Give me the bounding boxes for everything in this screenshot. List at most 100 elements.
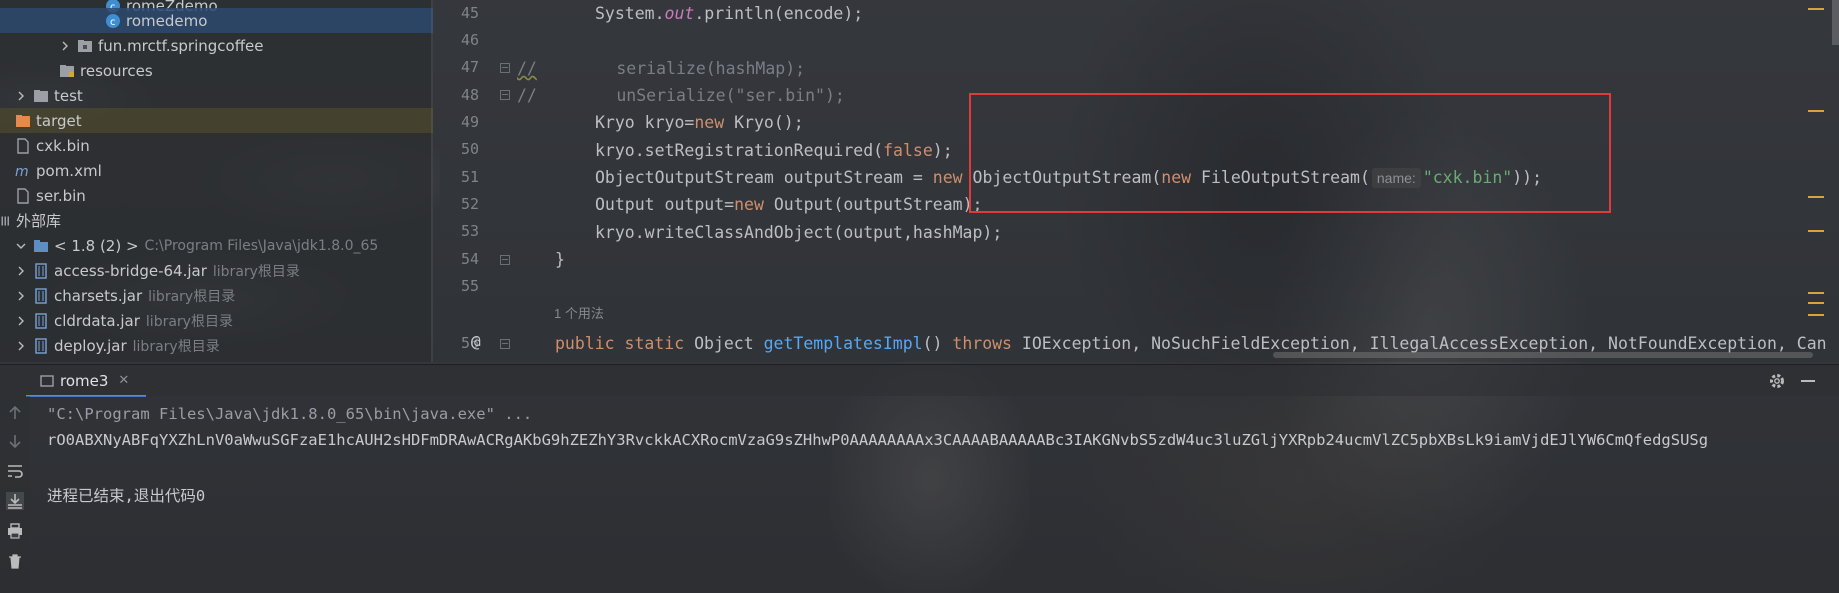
tree-item-jar[interactable]: deploy.jar library根目录: [0, 333, 433, 358]
run-toolbar: [0, 396, 30, 593]
fold-marker-icon[interactable]: [500, 339, 510, 349]
tree-item-label: charsets.jar: [54, 286, 143, 305]
binary-file-icon: [14, 187, 32, 204]
fold-marker-icon[interactable]: [500, 255, 510, 265]
tree-item-hint: C:\Program Files\Java\jdk1.8.0_65: [144, 237, 379, 254]
chevron-down-icon[interactable]: [14, 239, 28, 253]
line-number: 46: [460, 31, 479, 49]
tree-item-hint: library根目录: [145, 313, 233, 330]
tree-item-label: target: [36, 111, 82, 130]
chevron-right-icon[interactable]: [14, 339, 28, 353]
tree-item-cxk-bin[interactable]: cxk.bin: [0, 133, 433, 158]
soft-wrap-icon[interactable]: [6, 462, 24, 480]
gear-icon[interactable]: [1768, 372, 1786, 390]
line-number: 45: [460, 4, 479, 22]
line-number: 47: [460, 58, 479, 76]
tree-item-label: 外部库: [16, 212, 62, 230]
tree-item-target[interactable]: target: [0, 108, 433, 133]
override-marker-icon[interactable]: @: [471, 332, 481, 351]
editor-horizontal-scrollbar[interactable]: [1273, 352, 1813, 358]
tree-item-label: deploy.jar: [54, 336, 127, 355]
line-number: 52: [460, 195, 479, 213]
binary-file-icon: [14, 137, 32, 154]
trash-icon[interactable]: [6, 552, 24, 570]
console-output[interactable]: "C:\Program Files\Java\jdk1.8.0_65\bin\j…: [30, 396, 1839, 593]
code-line-48: // unSerialize("ser.bin");: [517, 86, 845, 105]
editor-vertical-scrollbar[interactable]: [1832, 0, 1839, 45]
annotation-highlight-box: [969, 93, 1611, 213]
package-folder-icon: [76, 38, 94, 54]
project-tree-panel: c romeZdemo c romedemo fun.mrctf.springc…: [0, 0, 433, 362]
tree-item-romedemo[interactable]: c romedemo: [0, 8, 433, 33]
code-line-45: System.out.println(encode);: [595, 4, 864, 23]
warning-marker[interactable]: [1808, 302, 1824, 304]
chevron-right-icon[interactable]: [14, 289, 28, 303]
chevron-right-icon[interactable]: [14, 89, 28, 103]
code-line-51: ObjectOutputStream outputStream = new Ob…: [595, 168, 1543, 188]
fold-marker-icon[interactable]: [500, 90, 510, 100]
code-editor[interactable]: 45 46 47 48 49 50 51 52 53 54 55 56 @ Sy…: [433, 0, 1839, 362]
tree-item-label: pom.xml: [36, 161, 102, 180]
code-line-49: Kryo kryo=new Kryo();: [595, 113, 804, 132]
tree-item-label: cldrdata.jar: [54, 311, 140, 330]
error-stripe: [1808, 0, 1826, 362]
console-output-line: rO0ABXNyABFqYXZhLnV0aWwuSGFzaE1hcAUH2sHD…: [47, 431, 1709, 449]
excluded-folder-icon: [14, 113, 32, 129]
line-number: 53: [460, 222, 479, 240]
usage-hint[interactable]: 1 个用法: [554, 303, 604, 322]
tree-item-hint: library根目录: [148, 288, 236, 305]
jar-icon: [32, 312, 50, 329]
warning-marker[interactable]: [1808, 8, 1824, 10]
tree-item-jdk[interactable]: < 1.8 (2) > C:\Program Files\Java\jdk1.8…: [0, 233, 433, 258]
arrow-up-icon[interactable]: [6, 404, 24, 422]
tree-item-ser-bin[interactable]: ser.bin: [0, 183, 433, 208]
tree-item-label: fun.mrctf.springcoffee: [98, 36, 264, 55]
tree-item-jar[interactable]: access-bridge-64.jar library根目录: [0, 258, 433, 283]
warning-marker[interactable]: [1808, 196, 1824, 198]
jdk-folder-icon: [32, 238, 50, 254]
minimize-icon[interactable]: [1801, 380, 1815, 382]
tree-item-label: < 1.8 (2) >: [54, 236, 139, 255]
editor-gutter: 45 46 47 48 49 50 51 52 53 54 55 56 @: [433, 0, 525, 362]
warning-marker[interactable]: [1808, 110, 1824, 112]
library-icon: [0, 213, 12, 229]
chevron-right-icon[interactable]: [14, 314, 28, 328]
java-class-icon: c: [104, 13, 122, 29]
tree-item-resources[interactable]: resources: [0, 58, 433, 83]
code-line-54: }: [555, 250, 565, 269]
tree-item-test[interactable]: test: [0, 83, 433, 108]
code-line-50: kryo.setRegistrationRequired(false);: [595, 141, 953, 160]
line-number: 51: [460, 168, 479, 186]
tree-item-external-libraries[interactable]: 外部库: [0, 208, 433, 233]
warning-marker[interactable]: [1808, 292, 1824, 294]
chevron-right-icon[interactable]: [14, 264, 28, 278]
line-number: 54: [460, 250, 479, 268]
code-line-47: // serialize(hashMap);: [517, 59, 806, 78]
line-number: 48: [460, 86, 479, 104]
folder-icon: [32, 88, 50, 104]
warning-marker[interactable]: [1808, 314, 1824, 316]
tree-item-jar[interactable]: charsets.jar library根目录: [0, 283, 433, 308]
warning-marker[interactable]: [1808, 230, 1824, 232]
tree-item-package-springcoffee[interactable]: fun.mrctf.springcoffee: [0, 33, 433, 58]
tree-item-pom-xml[interactable]: m pom.xml: [0, 158, 433, 183]
fold-marker-icon[interactable]: [500, 63, 510, 73]
svg-text:c: c: [110, 17, 116, 28]
tree-item-jar[interactable]: cldrdata.jar library根目录: [0, 308, 433, 333]
tree-item-label: cxk.bin: [36, 136, 90, 155]
print-icon[interactable]: [6, 522, 24, 540]
tree-item-hint: library根目录: [132, 338, 220, 355]
parameter-hint: name:: [1371, 168, 1421, 188]
arrow-down-icon[interactable]: [6, 432, 24, 450]
tree-item-label: resources: [80, 61, 153, 80]
tree-item-label: test: [54, 86, 83, 105]
close-icon[interactable]: ✕: [118, 373, 129, 388]
chevron-right-icon[interactable]: [58, 39, 72, 53]
run-tab[interactable]: rome3 ✕: [26, 365, 141, 396]
console-command-line: "C:\Program Files\Java\jdk1.8.0_65\bin\j…: [47, 405, 533, 423]
svg-text:m: m: [15, 164, 29, 179]
scroll-to-end-icon[interactable]: [6, 492, 24, 510]
run-config-icon: [38, 373, 56, 389]
code-line-53: kryo.writeClassAndObject(output,hashMap)…: [595, 223, 1003, 242]
jar-icon: [32, 262, 50, 279]
